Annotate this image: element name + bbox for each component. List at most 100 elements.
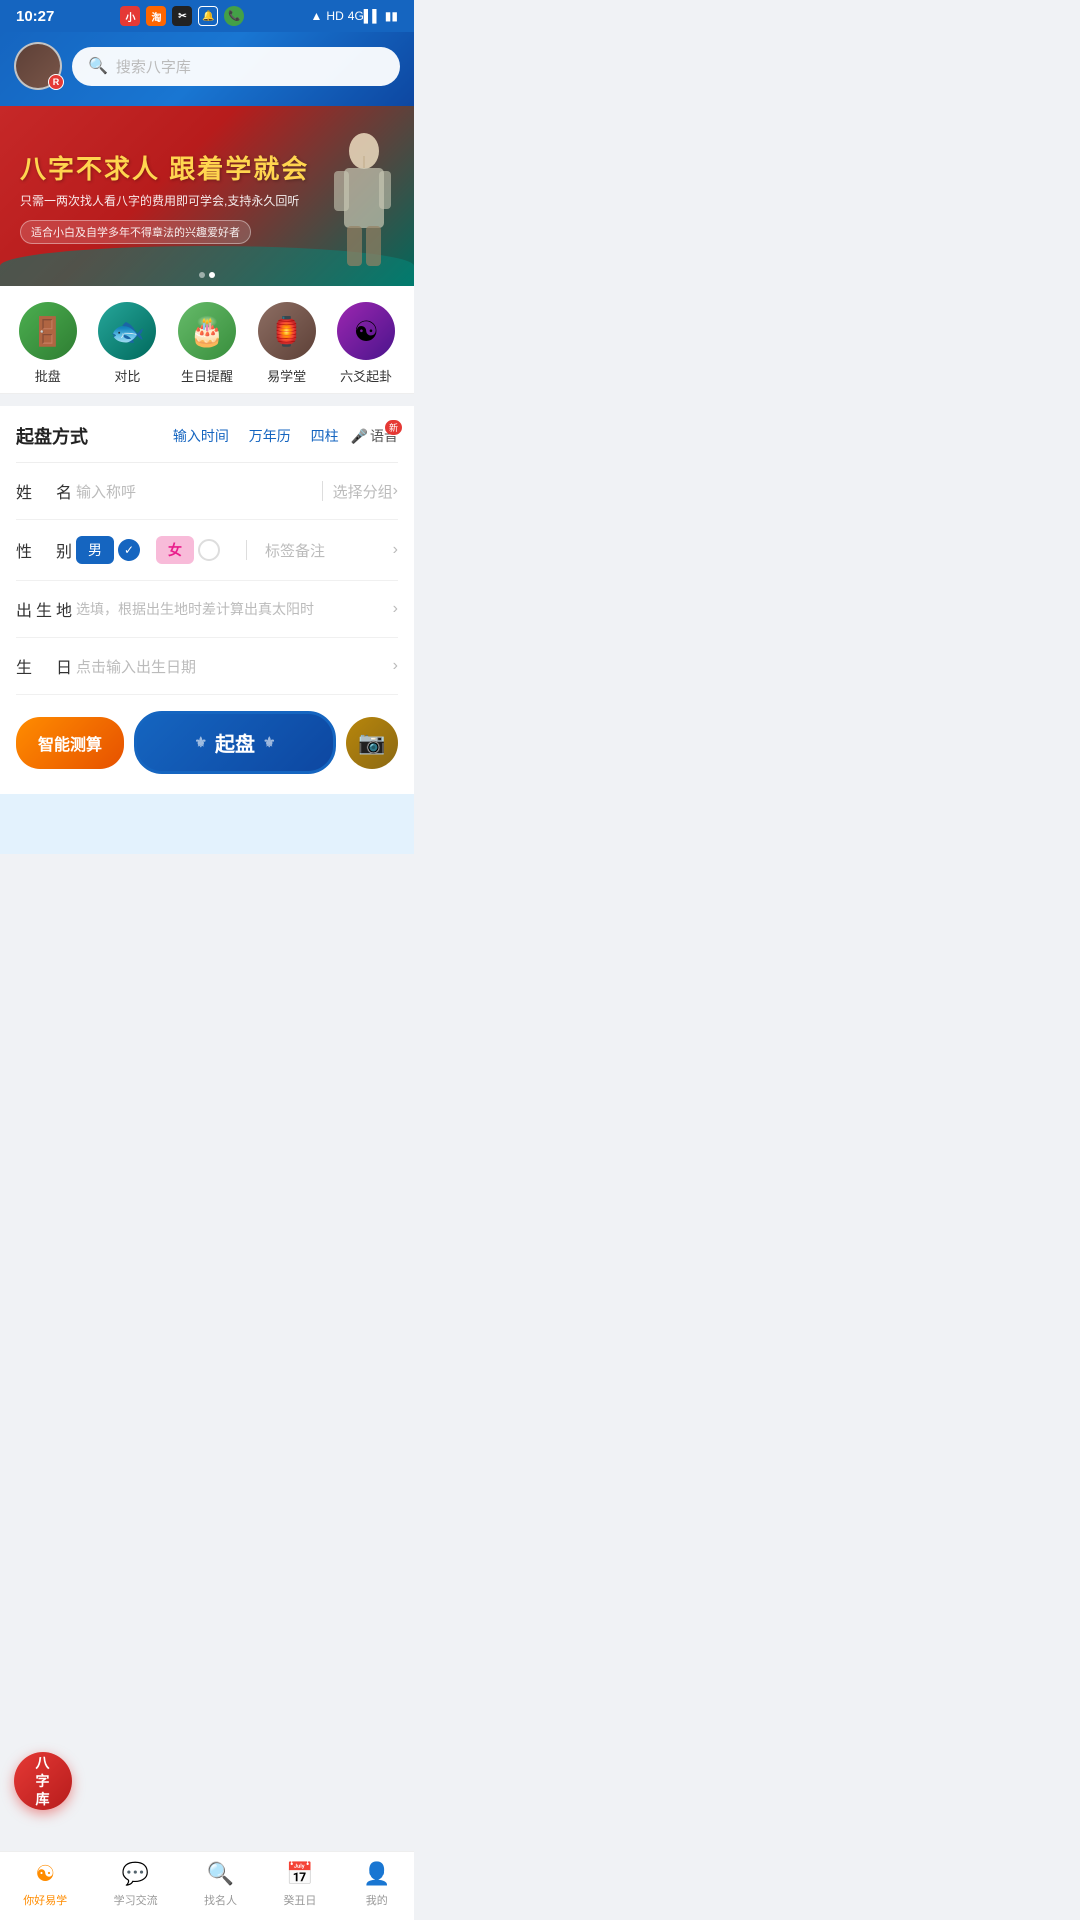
gender-divider <box>246 540 247 560</box>
liuyao-label: 六爻起卦 <box>340 366 392 385</box>
form-section: 起盘方式 输入时间 万年历 四柱 🎤 语音 新 姓 名 输入称呼 选择分组 › … <box>0 406 414 695</box>
tag-note[interactable]: 标签备注 <box>265 540 325 561</box>
start-btn-left-deco: ⚜ <box>194 734 207 751</box>
nav-search-label: 找名人 <box>204 1892 237 1908</box>
piban-label: 批盘 <box>35 366 61 385</box>
nav-profile-label: 我的 <box>366 1892 388 1908</box>
yixue-label: 易学堂 <box>267 366 306 385</box>
banner-dot-2 <box>209 272 215 278</box>
name-divider <box>322 481 323 501</box>
signal-icon: 4G▌▌ <box>348 9 381 23</box>
app-taobao-icon: 淘 <box>146 6 166 26</box>
nav-item-search-person[interactable]: 🔍 找名人 <box>204 1860 237 1908</box>
app-notification-icon: 🔔 <box>198 6 218 26</box>
tab-four-pillars[interactable]: 四柱 <box>303 422 347 450</box>
quick-item-shengri[interactable]: 🎂 生日提醒 <box>178 302 236 385</box>
quick-menu: 🚪 批盘 🐟 对比 🎂 生日提醒 🏮 易学堂 ☯ 六爻起卦 <box>0 286 414 394</box>
wifi-icon: ▲ <box>311 9 323 23</box>
gender-male-option[interactable]: 男 ✓ <box>76 536 140 564</box>
form-title: 起盘方式 <box>16 423 88 449</box>
camera-icon: 📷 <box>358 730 385 756</box>
status-bar: 10:27 小 淘 ✂ 🔔 📞 ▲ HD 4G▌▌ ▮▮ <box>0 0 414 32</box>
bottom-nav: ☯ 你好易学 💬 学习交流 🔍 找名人 📅 癸丑日 👤 我的 <box>0 1851 414 1920</box>
tab-voice[interactable]: 🎤 语音 新 <box>351 426 398 446</box>
header: R 🔍 搜索八字库 <box>0 32 414 106</box>
hint-section <box>0 794 414 854</box>
nav-calendar-icon: 📅 <box>286 1860 314 1888</box>
gender-male-btn[interactable]: 男 <box>76 536 114 564</box>
birthplace-chevron: › <box>393 600 398 618</box>
voice-new-badge: 新 <box>385 420 402 435</box>
start-btn-right-deco: ⚜ <box>263 734 276 751</box>
name-row: 姓 名 输入称呼 选择分组 › <box>16 463 398 520</box>
nav-item-discuss[interactable]: 💬 学习交流 <box>114 1860 158 1908</box>
banner-figure <box>314 126 404 286</box>
birthday-label: 生 日 <box>16 654 76 678</box>
quick-item-duibi[interactable]: 🐟 对比 <box>98 302 156 385</box>
avatar-badge: R <box>48 74 64 90</box>
group-select[interactable]: 选择分组 <box>333 481 393 502</box>
tab-input-time[interactable]: 输入时间 <box>165 422 237 450</box>
birthplace-label: 出生地 <box>16 597 76 621</box>
nav-item-profile[interactable]: 👤 我的 <box>363 1860 391 1908</box>
banner[interactable]: 八字不求人 跟着学就会 只需一两次找人看八字的费用即可学会,支持永久回听 适合小… <box>0 106 414 286</box>
status-right-icons: ▲ HD 4G▌▌ ▮▮ <box>311 9 398 23</box>
quick-item-piban[interactable]: 🚪 批盘 <box>19 302 77 385</box>
form-header: 起盘方式 输入时间 万年历 四柱 🎤 语音 新 <box>16 406 398 463</box>
start-button[interactable]: ⚜ 起盘 ⚜ <box>134 711 336 774</box>
quick-item-liuyao[interactable]: ☯ 六爻起卦 <box>337 302 395 385</box>
status-time: 10:27 <box>16 8 54 25</box>
birthplace-input[interactable]: 选填，根据出生地时差计算出真太阳时 <box>76 599 393 619</box>
app-jianying-icon: ✂ <box>172 6 192 26</box>
duibi-icon: 🐟 <box>98 302 156 360</box>
name-input[interactable]: 输入称呼 <box>76 481 312 502</box>
gender-male-check: ✓ <box>118 539 140 561</box>
nav-discuss-label: 学习交流 <box>114 1892 158 1908</box>
camera-button[interactable]: 📷 <box>346 717 398 769</box>
search-bar[interactable]: 🔍 搜索八字库 <box>72 47 400 86</box>
gender-label: 性 别 <box>16 538 76 562</box>
app-xiaohongshu-icon: 小 <box>120 6 140 26</box>
avatar-wrap[interactable]: R <box>14 42 62 90</box>
banner-figure-svg <box>314 126 394 276</box>
tab-calendar[interactable]: 万年历 <box>241 422 299 450</box>
banner-dots <box>199 272 215 278</box>
birthday-row[interactable]: 生 日 点击输入出生日期 › <box>16 638 398 695</box>
shengri-label: 生日提醒 <box>181 366 233 385</box>
action-bar: 智能测算 ⚜ 起盘 ⚜ 📷 <box>0 695 414 794</box>
search-icon: 🔍 <box>88 56 108 76</box>
tag-note-chevron: › <box>393 541 398 559</box>
birthplace-row[interactable]: 出生地 选填，根据出生地时差计算出真太阳时 › <box>16 581 398 638</box>
nav-item-calendar[interactable]: 📅 癸丑日 <box>283 1860 316 1908</box>
nav-item-home[interactable]: ☯ 你好易学 <box>23 1860 67 1908</box>
float-btn-line1: 八 <box>36 1754 51 1772</box>
voice-icon: 🎤 <box>351 428 368 445</box>
gender-female-btn[interactable]: 女 <box>156 536 194 564</box>
duibi-label: 对比 <box>114 366 140 385</box>
app-phone-icon: 📞 <box>224 6 244 26</box>
float-button[interactable]: 八 字 库 <box>14 1752 72 1810</box>
nav-profile-icon: 👤 <box>363 1860 391 1888</box>
banner-dot-1 <box>199 272 205 278</box>
name-label: 姓 名 <box>16 479 76 503</box>
search-placeholder: 搜索八字库 <box>116 56 191 77</box>
banner-tag: 适合小白及自学多年不得章法的兴趣爱好者 <box>20 220 251 244</box>
nav-calendar-label: 癸丑日 <box>283 1892 316 1908</box>
group-select-chevron: › <box>393 482 398 500</box>
gender-female-radio <box>198 539 220 561</box>
float-btn-line2: 字 <box>36 1772 51 1790</box>
float-btn-line3: 库 <box>36 1790 51 1808</box>
quick-item-yixuetang[interactable]: 🏮 易学堂 <box>258 302 316 385</box>
smart-calc-button[interactable]: 智能测算 <box>16 717 124 769</box>
start-button-label: 起盘 <box>215 728 255 757</box>
status-apps: 小 淘 ✂ 🔔 📞 <box>120 6 244 26</box>
nav-discuss-icon: 💬 <box>122 1860 150 1888</box>
hd-icon: HD <box>326 9 343 23</box>
nav-search-icon: 🔍 <box>206 1860 234 1888</box>
gender-female-option[interactable]: 女 <box>156 536 220 564</box>
birthday-chevron: › <box>393 657 398 675</box>
birthday-input[interactable]: 点击输入出生日期 <box>76 656 393 677</box>
nav-home-icon: ☯ <box>31 1860 59 1888</box>
gender-row: 性 别 男 ✓ 女 标签备注 › <box>16 520 398 581</box>
battery-icon: ▮▮ <box>385 9 398 23</box>
